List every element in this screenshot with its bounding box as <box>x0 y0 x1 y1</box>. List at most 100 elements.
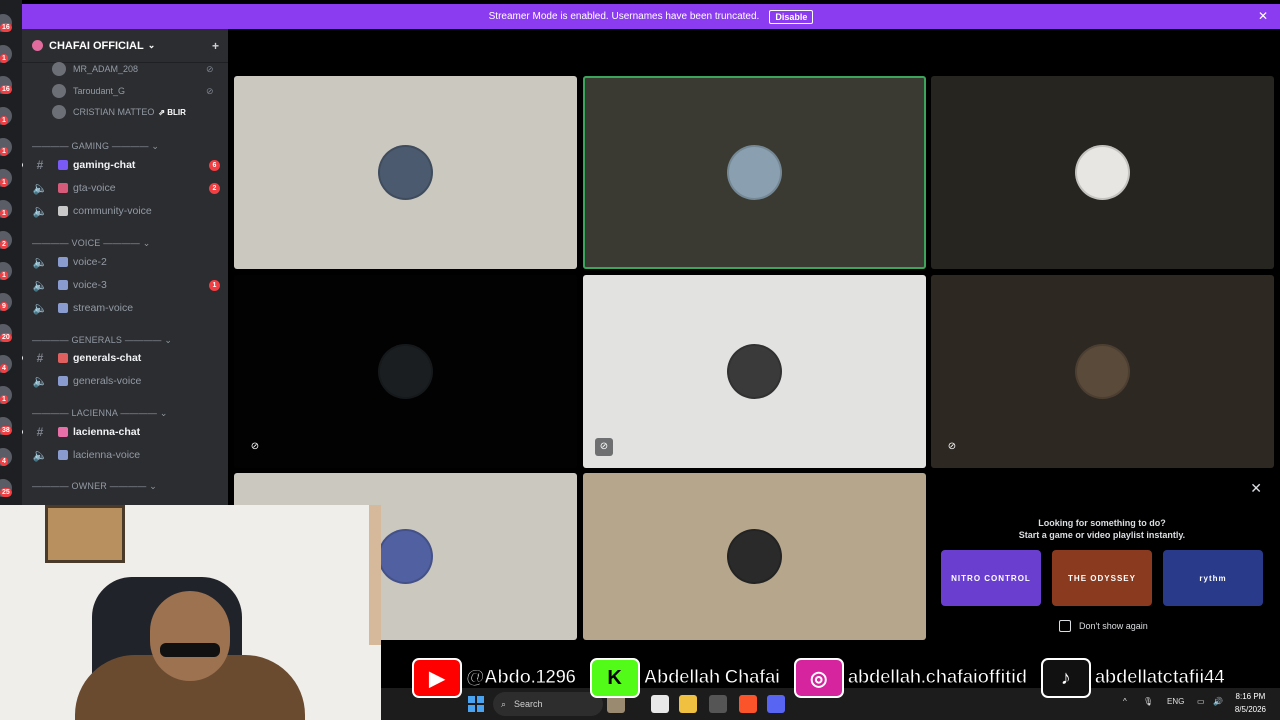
activity-card[interactable]: rythm <box>1163 550 1263 606</box>
close-icon[interactable]: ✕ <box>1258 9 1268 23</box>
participant-tile[interactable]: ⊘ <box>931 275 1274 468</box>
server-unread-badge: 20 <box>0 333 12 342</box>
channel-emoji-icon <box>58 257 68 267</box>
channel-lacienna-voice[interactable]: 🔈 lacienna-voice <box>32 448 222 462</box>
live-badge: ⇗ BLIR <box>158 107 186 117</box>
webcam-overlay <box>0 505 381 720</box>
instagram-icon: ◎ <box>793 658 844 698</box>
channel-name: community-voice <box>73 205 152 217</box>
category-header[interactable]: ———— LACIENNA ———— ⌄ <box>32 408 168 419</box>
channel-stream-voice[interactable]: 🔈 stream-voice <box>32 301 222 315</box>
channel-name: lacienna-chat <box>73 426 141 438</box>
participant-tile[interactable]: ⊘ <box>234 275 577 468</box>
channel-voice-3[interactable]: 🔈 voice-3 1 <box>32 278 222 292</box>
server-unread-badge: 1 <box>0 395 8 404</box>
participant-tile[interactable] <box>234 76 577 269</box>
chevron-down-icon: ⌄ <box>147 40 156 50</box>
dont-show-checkbox[interactable] <box>1059 620 1071 632</box>
sunglasses <box>160 643 220 657</box>
channel-lacienna-chat[interactable]: # lacienna-chat <box>22 425 222 439</box>
participant-avatar <box>726 528 782 584</box>
kick-icon: K <box>589 658 640 698</box>
streamer-mode-banner: Streamer Mode is enabled. Usernames have… <box>22 4 1280 29</box>
voice-user-name: MR_ADAM_208 <box>73 64 139 74</box>
wall-picture <box>45 505 125 563</box>
category-header[interactable]: ———— GENERALS ———— ⌄ <box>32 335 172 346</box>
server-unread-badge: 16 <box>0 85 12 94</box>
participant-tile[interactable] <box>583 76 926 269</box>
channel-emoji-icon <box>58 183 68 193</box>
voice-channel-icon: 🔈 <box>32 255 48 269</box>
mention-badge: 6 <box>209 159 220 171</box>
server-unread-badge: 1 <box>0 54 8 63</box>
participant-tile[interactable] <box>583 473 926 640</box>
unread-indicator <box>22 429 23 435</box>
channel-emoji-icon <box>58 303 68 313</box>
voice-channel-icon: 🔈 <box>32 278 48 292</box>
voice-channel-icon: 🔈 <box>32 181 48 195</box>
participant-tile[interactable] <box>931 76 1274 269</box>
channel-gaming-chat[interactable]: # gaming-chat 6 <box>22 158 222 172</box>
server-unread-badge: 1 <box>0 147 8 156</box>
voice-user[interactable]: MR_ADAM_208 ⊘ <box>52 62 214 76</box>
close-icon[interactable]: ✕ <box>1250 480 1262 497</box>
tiktok-icon: ♪ <box>1040 658 1091 698</box>
server-unread-badge: 38 <box>0 426 12 435</box>
muted-icon: ⊘ <box>206 63 214 74</box>
kick-handle: Abdellah Chafai <box>643 667 781 689</box>
voice-user-name: Taroudant_G <box>73 86 126 96</box>
channel-name: voice-2 <box>73 256 107 268</box>
streamer-head <box>150 591 230 681</box>
activity-shelf: ✕ Looking for something to do? Start a g… <box>932 474 1274 642</box>
channel-emoji-icon <box>58 376 68 386</box>
server-unread-badge: 2 <box>0 240 8 249</box>
server-unread-badge: 1 <box>0 271 8 280</box>
channel-name: voice-3 <box>73 279 107 291</box>
add-member-icon[interactable]: + <box>212 39 219 53</box>
server-unread-badge: 4 <box>0 457 8 466</box>
server-unread-badge: 4 <box>0 364 8 373</box>
clock-date: 8/5/2026 <box>1234 705 1266 714</box>
participant-avatar <box>726 144 782 200</box>
channel-voice-2[interactable]: 🔈 voice-2 <box>32 255 222 269</box>
voice-user[interactable]: Taroudant_G ⊘ <box>52 84 214 98</box>
category-header[interactable]: ———— OWNER ———— ⌄ <box>32 481 157 492</box>
activity-card[interactable]: NITRO CONTROL <box>941 550 1041 606</box>
server-unread-badge: 1 <box>0 116 8 125</box>
activity-card[interactable]: THE ODYSSEY <box>1052 550 1152 606</box>
channel-emoji-icon <box>58 280 68 290</box>
voice-channel-icon: 🔈 <box>32 448 48 462</box>
channel-name: gta-voice <box>73 182 116 194</box>
channel-name: generals-chat <box>73 352 142 364</box>
channel-emoji-icon <box>58 160 68 170</box>
channel-generals-chat[interactable]: # generals-chat <box>22 351 222 365</box>
muted-icon: ⊘ <box>206 85 214 96</box>
activity-prompt: Looking for something to do? Start a gam… <box>932 517 1272 541</box>
mic-muted-icon: ⊘ <box>947 441 957 452</box>
search-icon: ⌕ <box>501 698 507 709</box>
mention-badge: 2 <box>209 182 220 194</box>
channel-gta-voice[interactable]: 🔈 gta-voice 2 <box>32 181 222 195</box>
channel-name: generals-voice <box>73 375 142 387</box>
disable-streamer-mode-button[interactable]: Disable <box>769 9 814 24</box>
participant-tile[interactable]: ⊘ <box>583 275 926 468</box>
server-name: CHAFAI OFFICIAL <box>49 39 144 52</box>
voice-user[interactable]: CRISTIAN MATTEO ⇗ BLIR <box>52 105 186 119</box>
server-unread-badge: 1 <box>0 209 8 218</box>
taskbar-clock[interactable]: 8:16 PM 8/5/2026 <box>1235 690 1266 716</box>
voice-channel-icon: 🔈 <box>32 301 48 315</box>
dont-show-label: Don't show again <box>1079 621 1148 631</box>
tiktok-handle: abdellatctafii44 <box>1094 667 1225 689</box>
category-header[interactable]: ———— GAMING ———— ⌄ <box>32 141 159 152</box>
channel-community-voice[interactable]: 🔈 community-voice <box>32 204 222 218</box>
participant-avatar <box>377 144 433 200</box>
activity-prompt-line2: Start a game or video playlist instantly… <box>1018 530 1186 540</box>
channel-emoji-icon <box>58 206 68 216</box>
category-header[interactable]: ———— VOICE ———— ⌄ <box>32 238 150 249</box>
mic-muted-icon: ⊘ <box>250 441 260 452</box>
activity-prompt-line1: Looking for something to do? <box>1038 518 1166 528</box>
clock-time: 8:16 PM <box>1235 692 1266 701</box>
avatar <box>52 84 66 98</box>
server-header[interactable]: CHAFAI OFFICIAL ⌄ + <box>22 29 228 63</box>
channel-generals-voice[interactable]: 🔈 generals-voice <box>32 374 222 388</box>
